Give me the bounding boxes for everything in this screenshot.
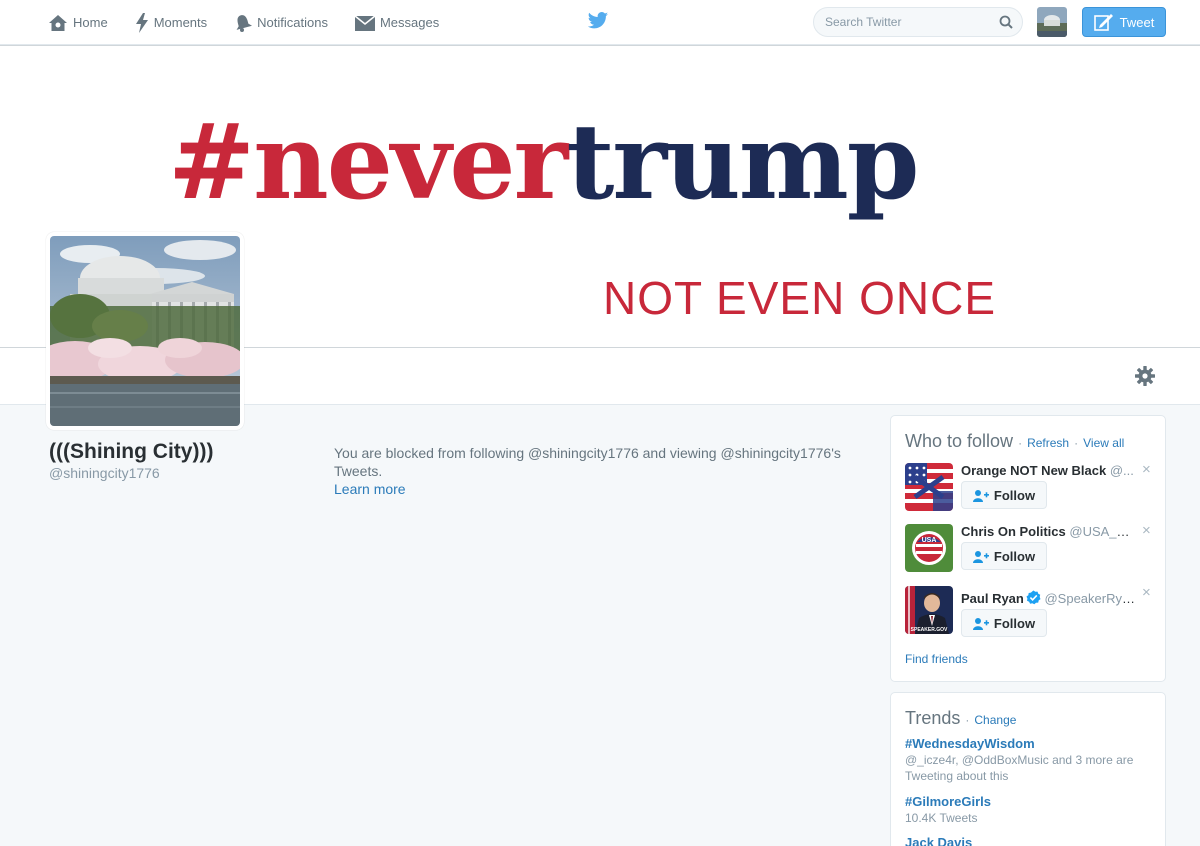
refresh-link[interactable]: Refresh [1027,436,1069,450]
suggestion-handle: @SpeakerRyan [1044,591,1136,606]
follow-button[interactable]: Follow [961,542,1047,570]
suggestion-name[interactable]: Chris On Politics [961,524,1066,539]
follow-button-label: Follow [993,487,1036,503]
suggestion-name-line: Chris On Politics @USA_Fi... [961,524,1136,539]
suggestion-name[interactable]: Orange NOT New Black [961,463,1106,478]
tweet-button-label: Tweet [1119,14,1155,30]
suggestion-name[interactable]: Paul Ryan [961,591,1024,606]
banner-tagline: NOT EVEN ONCE [603,272,996,324]
trend-name[interactable]: #GilmoreGirls [905,794,1155,809]
follow-button-label: Follow [993,615,1036,631]
dismiss-suggestion-button[interactable]: × [1142,522,1151,539]
banner-hash: # [168,100,255,223]
change-trends-link[interactable]: Change [974,713,1016,727]
profile-handle[interactable]: @shiningcity1776 [49,465,160,481]
who-to-follow-separator: · [1018,436,1023,450]
nav-messages-label: Messages [379,15,440,30]
who-to-follow-header: Who to follow · Refresh · View all [905,431,1124,452]
tweet-button[interactable]: Tweet [1082,7,1166,37]
compose-icon [1093,14,1113,31]
lightning-icon [135,12,148,33]
nav-notifications-label: Notifications [257,15,328,30]
trend-item[interactable]: #WednesdayWisdom @_icze4r, @OddBoxMusic … [905,736,1155,784]
svg-text:USA: USA [922,537,937,544]
find-friends-link[interactable]: Find friends [905,652,968,666]
verified-badge-icon [1026,590,1041,605]
suggestion-item: SPEAKER.GOV Paul Ryan @SpeakerRyan × Fol… [905,584,1155,637]
blocked-notice-text: You are blocked from following @shiningc… [334,445,841,479]
banner-hashtag: #nevertrump [168,110,920,214]
nav-moments-label: Moments [153,15,208,30]
trend-description: @_icze4r, @OddBoxMusic and 3 more are Tw… [905,753,1134,783]
trend-description: 10.4K Tweets [905,811,978,825]
trends-title: Trends [905,708,961,728]
suggestion-item: Orange NOT New Black @... × Follow [905,461,1155,513]
home-icon [49,14,67,31]
nav-home-label: Home [73,15,108,30]
banner-trump: trump [566,100,919,223]
suggestion-handle: @USA_Fi... [1069,524,1136,539]
nav-moments[interactable]: Moments [135,0,207,45]
view-all-link[interactable]: View all [1083,436,1124,450]
suggestion-name-line: Orange NOT New Black @... [961,463,1136,478]
trends-module: Trends · Change #WednesdayWisdom @_icze4… [890,692,1166,846]
profile-avatar[interactable] [46,232,244,430]
who-to-follow-separator-2: · [1074,436,1079,450]
suggestion-avatar[interactable]: USA [905,524,953,572]
suggestion-name-line: Paul Ryan @SpeakerRyan [961,590,1136,606]
banner-never: never [253,100,568,223]
dismiss-suggestion-button[interactable]: × [1142,584,1151,601]
dismiss-suggestion-button[interactable]: × [1142,461,1151,478]
trends-header: Trends · Change [905,708,1016,729]
gear-icon[interactable] [1134,365,1156,387]
learn-more-link[interactable]: Learn more [334,481,406,497]
follow-button[interactable]: Follow [961,609,1047,637]
trend-item[interactable]: Jack Davis [905,835,1155,846]
search-icon[interactable] [999,15,1013,29]
nav-messages[interactable]: Messages [354,0,440,45]
suggestion-avatar[interactable]: SPEAKER.GOV [905,586,953,634]
suggestion-avatar-caption: SPEAKER.GOV [911,627,948,633]
main-nav: Home Moments Notifications Messages [48,0,466,45]
search-input[interactable] [825,14,995,30]
nav-home[interactable]: Home [48,0,108,45]
twitter-bird-icon[interactable] [587,11,609,31]
who-to-follow-title: Who to follow [905,431,1014,451]
suggestion-handle: @... [1109,463,1134,478]
top-navigation-bar: Home Moments Notifications Messages Sear… [0,0,1200,45]
account-avatar[interactable] [1037,7,1067,37]
nav-notifications[interactable]: Notifications [234,0,328,45]
profile-name: (((Shining City))) [49,440,214,463]
search-box [813,7,1023,37]
suggestion-avatar[interactable] [905,463,953,511]
trend-item[interactable]: #GilmoreGirls 10.4K Tweets [905,794,1155,826]
blocked-notice: You are blocked from following @shiningc… [334,444,879,498]
follow-user-icon [972,550,989,563]
follow-button-label: Follow [993,548,1036,564]
follow-button[interactable]: Follow [961,481,1047,509]
who-to-follow-module: Who to follow · Refresh · View all Orang… [890,415,1166,682]
trend-name[interactable]: #WednesdayWisdom [905,736,1155,751]
follow-user-icon [972,617,989,630]
bell-icon [236,14,253,32]
trends-separator: · [965,713,970,727]
envelope-icon [354,14,375,31]
follow-user-icon [972,489,989,502]
suggestion-item: USA Chris On Politics @USA_Fi... × Follo… [905,522,1155,574]
trend-name[interactable]: Jack Davis [905,835,1155,846]
